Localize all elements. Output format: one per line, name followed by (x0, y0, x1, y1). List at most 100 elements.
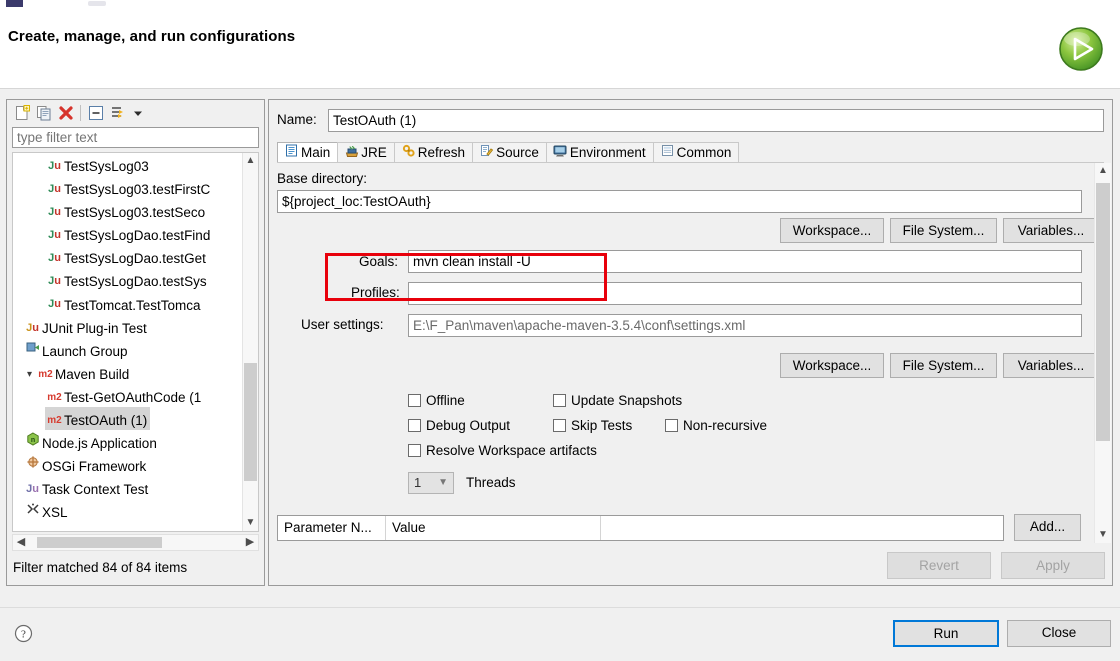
parameters-table-header-blank[interactable] (601, 516, 1003, 540)
add-parameter-button[interactable]: Add... (1014, 514, 1081, 541)
tree-item-task-context-test[interactable]: Ju Task Context Test (13, 476, 245, 499)
filter-input[interactable] (12, 127, 259, 148)
scroll-down-icon[interactable]: ▼ (243, 515, 258, 531)
new-configuration-icon[interactable] (13, 104, 31, 122)
tab-environment[interactable]: Environment (545, 142, 654, 163)
parameters-table-header-name[interactable]: Parameter N... (278, 516, 386, 540)
tab-jre[interactable]: JRE (337, 142, 395, 163)
main-panel-scrollbar-thumb[interactable] (1096, 183, 1110, 441)
user-settings-filesystem-button[interactable]: File System... (890, 353, 997, 378)
tree-item-label: Task Context Test (42, 482, 149, 498)
resolve-workspace-artifacts-checkbox-box[interactable] (408, 444, 421, 457)
jre-tab-icon (344, 143, 359, 163)
update-snapshots-checkbox[interactable]: Update Snapshots (553, 393, 682, 408)
configuration-tree[interactable]: Ju TestSysLog03 Ju TestSysLog03.testFirstC J… (12, 152, 259, 532)
tree-scrollbar-thumb[interactable] (244, 363, 257, 481)
source-tab-icon (479, 143, 494, 163)
chevron-down-icon[interactable]: ▼ (438, 473, 448, 493)
junit-icon: Ju (48, 206, 61, 219)
scroll-up-icon[interactable]: ▲ (1095, 163, 1111, 179)
tree-vertical-scrollbar[interactable]: ▲ ▼ (242, 153, 258, 531)
filter-status-text: Filter matched 84 of 84 items (13, 560, 188, 575)
debug-output-checkbox[interactable]: Debug Output (408, 418, 510, 433)
threads-combobox[interactable]: 1 ▼ (408, 472, 454, 494)
tab-label: JRE (361, 145, 387, 160)
tree-item-testsyslogdao-testsys[interactable]: Ju TestSysLogDao.testSys (13, 268, 245, 291)
tree-item-label: TestSysLogDao.testFind (64, 228, 211, 244)
tree-item-node-js-application[interactable]: n Node.js Application (13, 430, 245, 453)
tree-item-content: m2 TestOAuth (1) (45, 407, 151, 431)
tab-label: Source (496, 145, 539, 160)
scroll-right-icon[interactable]: ▶ (242, 535, 258, 550)
chevron-down-icon[interactable]: ▾ (23, 363, 36, 384)
base-directory-workspace-button[interactable]: Workspace... (780, 218, 884, 243)
tree-item-label: TestOAuth (1) (64, 412, 148, 428)
tree-item-testsyslogdao-testget[interactable]: Ju TestSysLogDao.testGet (13, 245, 245, 268)
delete-icon[interactable] (57, 104, 75, 122)
apply-button[interactable]: Apply (1001, 552, 1105, 579)
configuration-tree-panel: JuTestSysLog03JuTestSysLog03.testFirstCJ… (6, 99, 265, 586)
tree-item-xsl[interactable]: XSL (13, 499, 245, 522)
tree-hscrollbar-thumb[interactable] (37, 537, 162, 548)
tree-item-content: Ju TestSysLog03 (45, 153, 152, 176)
tree-item-content: Ju TestSysLog03.testSeco (45, 199, 208, 222)
user-settings-variables-button[interactable]: Variables... (1003, 353, 1099, 378)
debug-output-checkbox-box[interactable] (408, 419, 421, 432)
tree-item-label: Test-GetOAuthCode (1 (64, 389, 202, 405)
base-directory-input[interactable] (277, 190, 1082, 213)
offline-checkbox[interactable]: Offline (408, 393, 465, 408)
tab-main[interactable]: Main (277, 142, 339, 163)
tab-source[interactable]: Source (472, 142, 547, 163)
chevron-down-icon[interactable] (129, 104, 147, 122)
name-input[interactable] (328, 109, 1104, 132)
offline-checkbox-box[interactable] (408, 394, 421, 407)
goals-input[interactable] (408, 250, 1082, 273)
tree-horizontal-scrollbar[interactable]: ◀ ▶ (12, 534, 259, 551)
tab-common[interactable]: Common (652, 142, 740, 163)
base-directory-variables-button[interactable]: Variables... (1003, 218, 1099, 243)
tree-item-testtomcat-testtomca[interactable]: Ju TestTomcat.TestTomca (13, 292, 245, 315)
close-button[interactable]: Close (1007, 620, 1111, 647)
tree-item-testsyslogdao-testfind[interactable]: Ju TestSysLogDao.testFind (13, 222, 245, 245)
update-snapshots-checkbox-box[interactable] (553, 394, 566, 407)
tree-item-label: Maven Build (55, 366, 130, 382)
run-button[interactable]: Run (893, 620, 999, 647)
filter-icon[interactable] (109, 104, 127, 122)
tree-item-testoauth-1[interactable]: m2 TestOAuth (1) (13, 407, 245, 431)
main-panel-vertical-scrollbar[interactable]: ▲ ▼ (1094, 163, 1111, 543)
user-settings-workspace-button[interactable]: Workspace... (780, 353, 884, 378)
tree-item-testsyslog03[interactable]: Ju TestSysLog03 (13, 153, 245, 176)
collapse-all-icon[interactable] (87, 104, 105, 122)
skip-tests-checkbox[interactable]: Skip Tests (553, 418, 632, 433)
help-question-icon[interactable]: ? (14, 624, 33, 643)
duplicate-icon[interactable] (35, 104, 53, 122)
tree-item-testsyslog03-testfirstc[interactable]: Ju TestSysLog03.testFirstC (13, 176, 245, 199)
revert-button[interactable]: Revert (887, 552, 991, 579)
tree-item-label: OSGi Framework (42, 459, 147, 475)
skip-tests-checkbox-box[interactable] (553, 419, 566, 432)
scroll-up-icon[interactable]: ▲ (243, 153, 258, 169)
tree-item-launch-group[interactable]: Launch Group (13, 338, 245, 361)
non-recursive-checkbox-box[interactable] (665, 419, 678, 432)
user-settings-input[interactable] (408, 314, 1082, 337)
junit-icon: Ju (48, 275, 61, 288)
scroll-left-icon[interactable]: ◀ (13, 535, 29, 550)
profiles-input[interactable] (408, 282, 1082, 305)
tree-item-testsyslog03-testseco[interactable]: Ju TestSysLog03.testSeco (13, 199, 245, 222)
tree-item-content: Ju TestSysLogDao.testFind (45, 222, 213, 245)
parameters-table[interactable]: Parameter N... Value (277, 515, 1004, 541)
tree-item-content: m2 Maven Build (36, 361, 132, 384)
tree-item-test-getoauthcode-1[interactable]: m2 Test-GetOAuthCode (1 (13, 384, 245, 407)
tab-refresh[interactable]: Refresh (393, 142, 474, 163)
tree-item-osgi-framework[interactable]: OSGi Framework (13, 453, 245, 476)
base-directory-filesystem-button[interactable]: File System... (890, 218, 997, 243)
parameters-table-header-value[interactable]: Value (386, 516, 601, 540)
resolve-workspace-artifacts-checkbox[interactable]: Resolve Workspace artifacts (408, 443, 597, 458)
non-recursive-checkbox[interactable]: Non-recursive (665, 418, 767, 433)
m2-icon: m2 (47, 391, 62, 403)
tree-item-junit-plug-in-test[interactable]: Ju JUnit Plug-in Test (13, 315, 245, 338)
tree-item-maven-build[interactable]: ▾ m2 Maven Build (13, 361, 245, 384)
m2-icon: m2 (47, 414, 62, 426)
scroll-down-icon[interactable]: ▼ (1095, 527, 1111, 543)
svg-text:?: ? (21, 629, 26, 641)
